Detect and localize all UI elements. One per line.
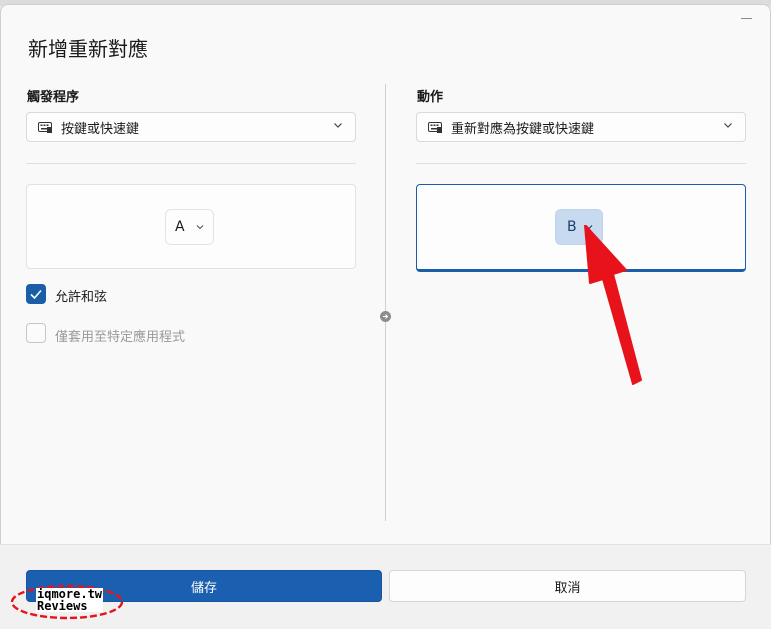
- trigger-key-chip[interactable]: A: [165, 209, 214, 245]
- keyboard-icon: [428, 121, 442, 133]
- dialog-title: 新增重新對應: [28, 37, 148, 61]
- allow-chords-label: 允許和弦: [55, 290, 108, 305]
- action-label: 動作: [417, 90, 444, 105]
- trigger-select-value: 按鍵或快速鍵: [61, 121, 140, 137]
- arrow-right-icon: [380, 311, 391, 322]
- chevron-down-icon: [724, 123, 732, 128]
- check-icon: [30, 289, 42, 300]
- chevron-down-icon: [196, 225, 204, 230]
- trigger-separator: [26, 163, 356, 164]
- chevron-down-icon: [334, 123, 342, 128]
- specific-app-checkbox[interactable]: [26, 323, 46, 343]
- cancel-button[interactable]: 取消: [389, 570, 746, 602]
- minimize-icon[interactable]: [741, 18, 752, 19]
- watermark-line2: Reviews: [36, 600, 104, 612]
- trigger-label: 觸發程序: [27, 90, 80, 105]
- specific-app-label: 僅套用至特定應用程式: [55, 330, 186, 345]
- trigger-type-select[interactable]: 按鍵或快速鍵: [26, 112, 356, 142]
- allow-chords-checkbox[interactable]: [26, 284, 46, 304]
- action-separator: [416, 163, 746, 164]
- trigger-key: A: [175, 219, 185, 235]
- action-type-select[interactable]: 重新對應為按鍵或快速鍵: [416, 112, 746, 142]
- action-select-value: 重新對應為按鍵或快速鍵: [451, 121, 595, 137]
- keyboard-icon: [38, 121, 52, 133]
- column-divider: [385, 84, 386, 521]
- watermark-logo: iqmore.tw Reviews: [10, 584, 124, 620]
- annotation-arrow-icon: [584, 225, 642, 385]
